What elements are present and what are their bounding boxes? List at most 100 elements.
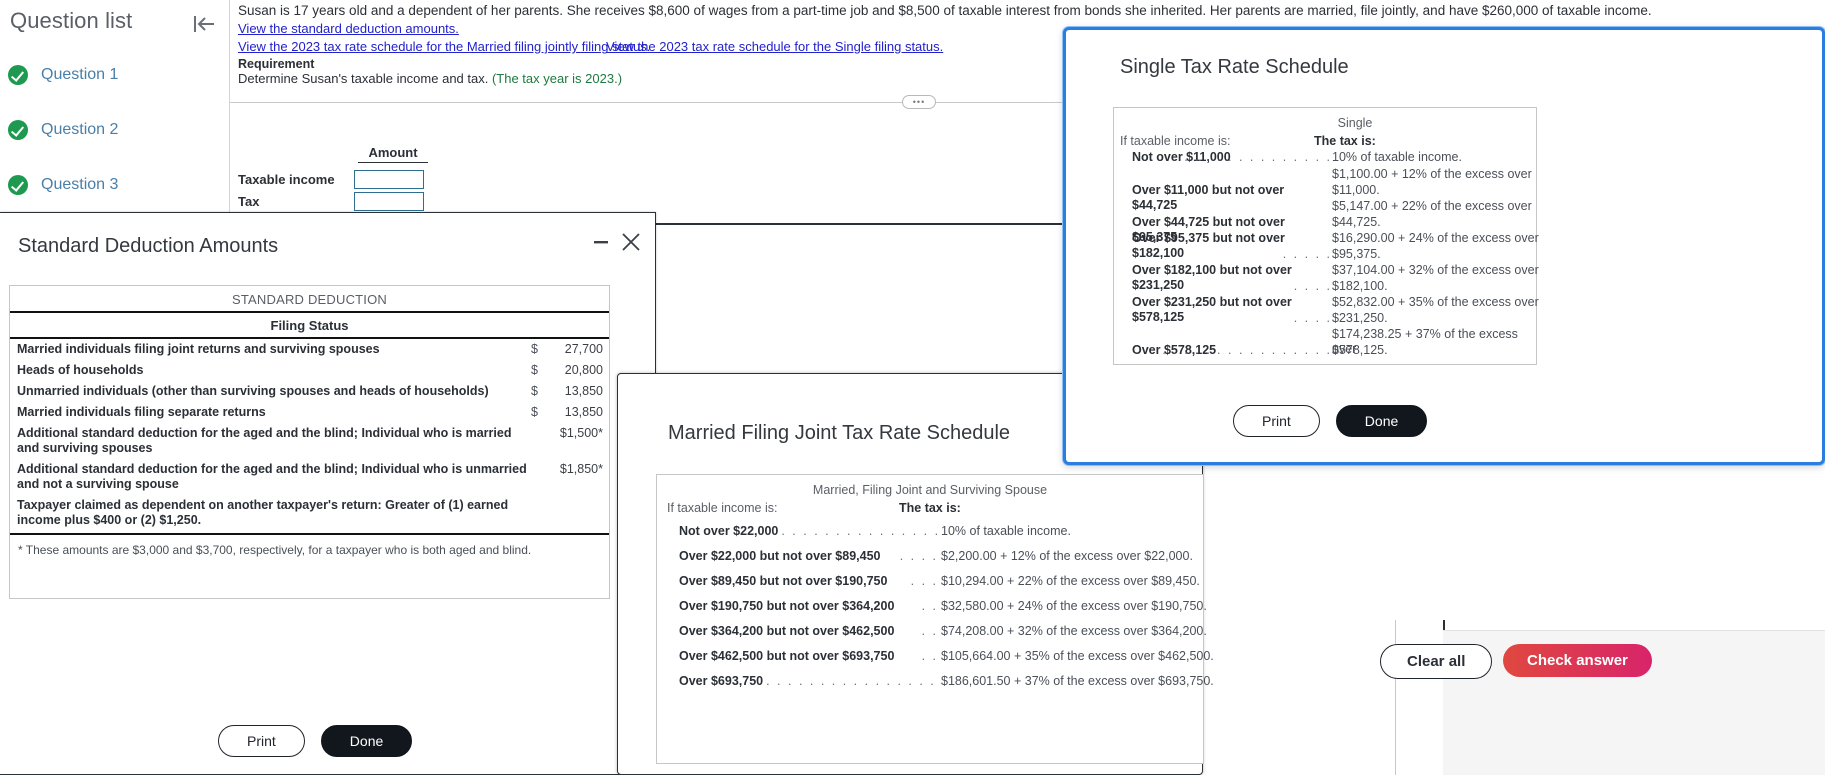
table-row: Tax: [238, 192, 424, 211]
row-tax-formula: 10% of taxable income.: [1332, 150, 1462, 164]
row-label: Additional standard deduction for the ag…: [17, 462, 527, 491]
check-answer-button[interactable]: Check answer: [1503, 644, 1652, 677]
row-label: Unmarried individuals (other than surviv…: [17, 384, 489, 398]
table-body: Married individuals filing joint returns…: [10, 339, 609, 557]
print-button[interactable]: Print: [218, 725, 305, 757]
done-button[interactable]: Done: [320, 725, 413, 757]
currency-symbol: $: [531, 342, 538, 356]
leader-dots: . . . .: [1293, 279, 1332, 293]
clear-all-button[interactable]: Clear all: [1380, 644, 1493, 679]
table-row: Over $182,100 but not over $231,250 . . …: [1114, 263, 1539, 295]
row-income-range: Over $22,000 but not over $89,450: [679, 549, 881, 563]
table-row: Taxpayer claimed as dependent on another…: [10, 495, 609, 531]
leader-dots: . . .: [910, 574, 938, 588]
table-row: Over $231,250 but not over $578,125 . . …: [1114, 295, 1539, 327]
currency-symbol: $: [531, 405, 538, 419]
leader-dots: . . . .: [899, 549, 938, 563]
row-tax-formula: $1,100.00 + 12% of the excess over: [1332, 167, 1532, 181]
row-amount: 13,850: [564, 405, 603, 419]
link-mfj-schedule[interactable]: View the 2023 tax rate schedule for the …: [238, 39, 650, 54]
page-title: Question list: [10, 8, 133, 33]
row-tax-formula: $186,601.50 + 37% of the excess over $69…: [941, 674, 1214, 688]
check-circle-icon: [8, 65, 28, 85]
row-label: Additional standard deduction for the ag…: [17, 426, 512, 455]
row-tax-formula-cont: $231,250.: [1332, 311, 1388, 325]
table-caption: STANDARD DEDUCTION: [10, 286, 609, 313]
row-amount: $1,500*: [559, 426, 603, 440]
row-label: Married individuals filing joint returns…: [17, 342, 380, 356]
dialog-title: Single Tax Rate Schedule: [1120, 56, 1349, 78]
taxable-income-input[interactable]: [354, 170, 424, 189]
action-bar: Clear all Check answer: [1380, 630, 1825, 775]
print-button[interactable]: Print: [1233, 405, 1320, 437]
table-row: Taxable income: [238, 170, 424, 189]
row-tax-formula: $2,200.00 + 12% of the excess over $22,0…: [941, 549, 1193, 563]
link-standard-deduction[interactable]: View the standard deduction amounts.: [238, 21, 459, 36]
row-tax-formula: $37,104.00 + 32% of the excess over: [1332, 263, 1539, 277]
table-row: Over $11,000 but not over $44,725 $1,100…: [1114, 167, 1536, 212]
row-label-taxable-income: Taxable income: [238, 172, 335, 187]
row-tax-formula-cont: $578,125.: [1332, 343, 1388, 357]
leader-dots: . . . . . . . . . . . . . . . .: [1162, 343, 1332, 357]
table-subheader: Filing Status: [10, 313, 609, 339]
row-income-range: Over $190,750 but not over $364,200: [679, 599, 895, 613]
row-label: Heads of households: [17, 363, 144, 377]
collapse-sidebar-icon[interactable]: [192, 12, 218, 36]
sidebar-item-question-3[interactable]: Question 3: [8, 175, 118, 195]
row-amount: 20,800: [564, 363, 603, 377]
row-tax-formula: 10% of taxable income.: [941, 524, 1071, 538]
requirement-text: Determine Susan's taxable income and tax…: [238, 71, 622, 86]
row-amount: 27,700: [564, 342, 603, 356]
row-tax-formula-cont: $95,375.: [1332, 247, 1381, 261]
pane-resize-handle[interactable]: •••: [902, 95, 936, 109]
table-row: Married individuals filing separate retu…: [10, 402, 609, 423]
row-label-tax: Tax: [238, 194, 260, 209]
question-list-sidebar: Question list Question 1 Question 2 Ques…: [0, 0, 230, 224]
table-row: Over $364,200 but not over $462,500 . . …: [657, 619, 1207, 644]
column-header-income: If taxable income is:: [1120, 134, 1231, 148]
mfj-schedule-table: Married, Filing Joint and Surviving Spou…: [656, 474, 1214, 764]
row-tax-formula: $52,832.00 + 35% of the excess over: [1332, 295, 1539, 309]
dialog-title: Standard Deduction Amounts: [18, 235, 279, 257]
currency-symbol: $: [531, 363, 538, 377]
row-tax-formula: $10,294.00 + 22% of the excess over $89,…: [941, 574, 1200, 588]
standard-deduction-table: STANDARD DEDUCTION Filing Status Married…: [9, 285, 610, 599]
tax-input[interactable]: [354, 192, 424, 211]
row-label: Married individuals filing separate retu…: [17, 405, 266, 419]
check-circle-icon: [8, 175, 28, 195]
table-row: Over $22,000 but not over $89,450 . . . …: [657, 544, 1203, 569]
dialog-button-row: Print Done: [1233, 405, 1428, 437]
table-header-row: If taxable income is: The tax is:: [1114, 132, 1536, 150]
currency-symbol: $: [531, 384, 538, 398]
close-icon[interactable]: [620, 231, 642, 258]
minimize-icon[interactable]: [592, 233, 610, 256]
row-amount: $1,850*: [559, 462, 603, 476]
leader-dots: . . . . . . . . . . . . . . . . .: [781, 524, 941, 538]
dialog-button-row: Print Done: [218, 725, 413, 757]
table-row: Additional standard deduction for the ag…: [10, 459, 609, 495]
row-tax-formula: $16,290.00 + 24% of the excess over: [1332, 231, 1539, 245]
check-circle-icon: [8, 120, 28, 140]
table-row: Over $95,375 but not over $182,100 . . .…: [1114, 231, 1539, 263]
row-tax-formula-cont: $182,100.: [1332, 279, 1388, 293]
standard-deduction-dialog: Standard Deduction Amounts STANDARD DEDU…: [0, 212, 656, 775]
table-row: Over $578,125 . . . . . . . . . . . . . …: [1114, 327, 1536, 359]
table-row: Over $190,750 but not over $364,200 . . …: [657, 594, 1207, 619]
table-footnote: * These amounts are $3,000 and $3,700, r…: [18, 543, 532, 557]
leader-dots: . .: [921, 599, 938, 613]
row-amount: 13,850: [564, 384, 603, 398]
sidebar-item-question-1[interactable]: Question 1: [8, 65, 118, 85]
sidebar-item-label: Question 2: [41, 121, 119, 138]
table-row: Unmarried individuals (other than surviv…: [10, 381, 609, 402]
sidebar-item-question-2[interactable]: Question 2: [8, 120, 118, 140]
table-row: Over $89,450 but not over $190,750 . . .…: [657, 569, 1203, 594]
row-tax-formula: $32,580.00 + 24% of the excess over $190…: [941, 599, 1207, 613]
table-row: Over $462,500 but not over $693,750 . . …: [657, 644, 1214, 669]
column-header-income: If taxable income is:: [667, 501, 778, 515]
link-single-schedule[interactable]: View the 2023 tax rate schedule for the …: [606, 39, 943, 54]
row-tax-formula: $74,208.00 + 32% of the excess over $364…: [941, 624, 1207, 638]
column-header-tax: The tax is:: [1314, 134, 1376, 148]
table-caption: Married, Filing Joint and Surviving Spou…: [812, 483, 1048, 497]
table-row: Not over $11,000 . . . . . . . . . . . .…: [1114, 150, 1536, 167]
done-button[interactable]: Done: [1335, 405, 1428, 437]
